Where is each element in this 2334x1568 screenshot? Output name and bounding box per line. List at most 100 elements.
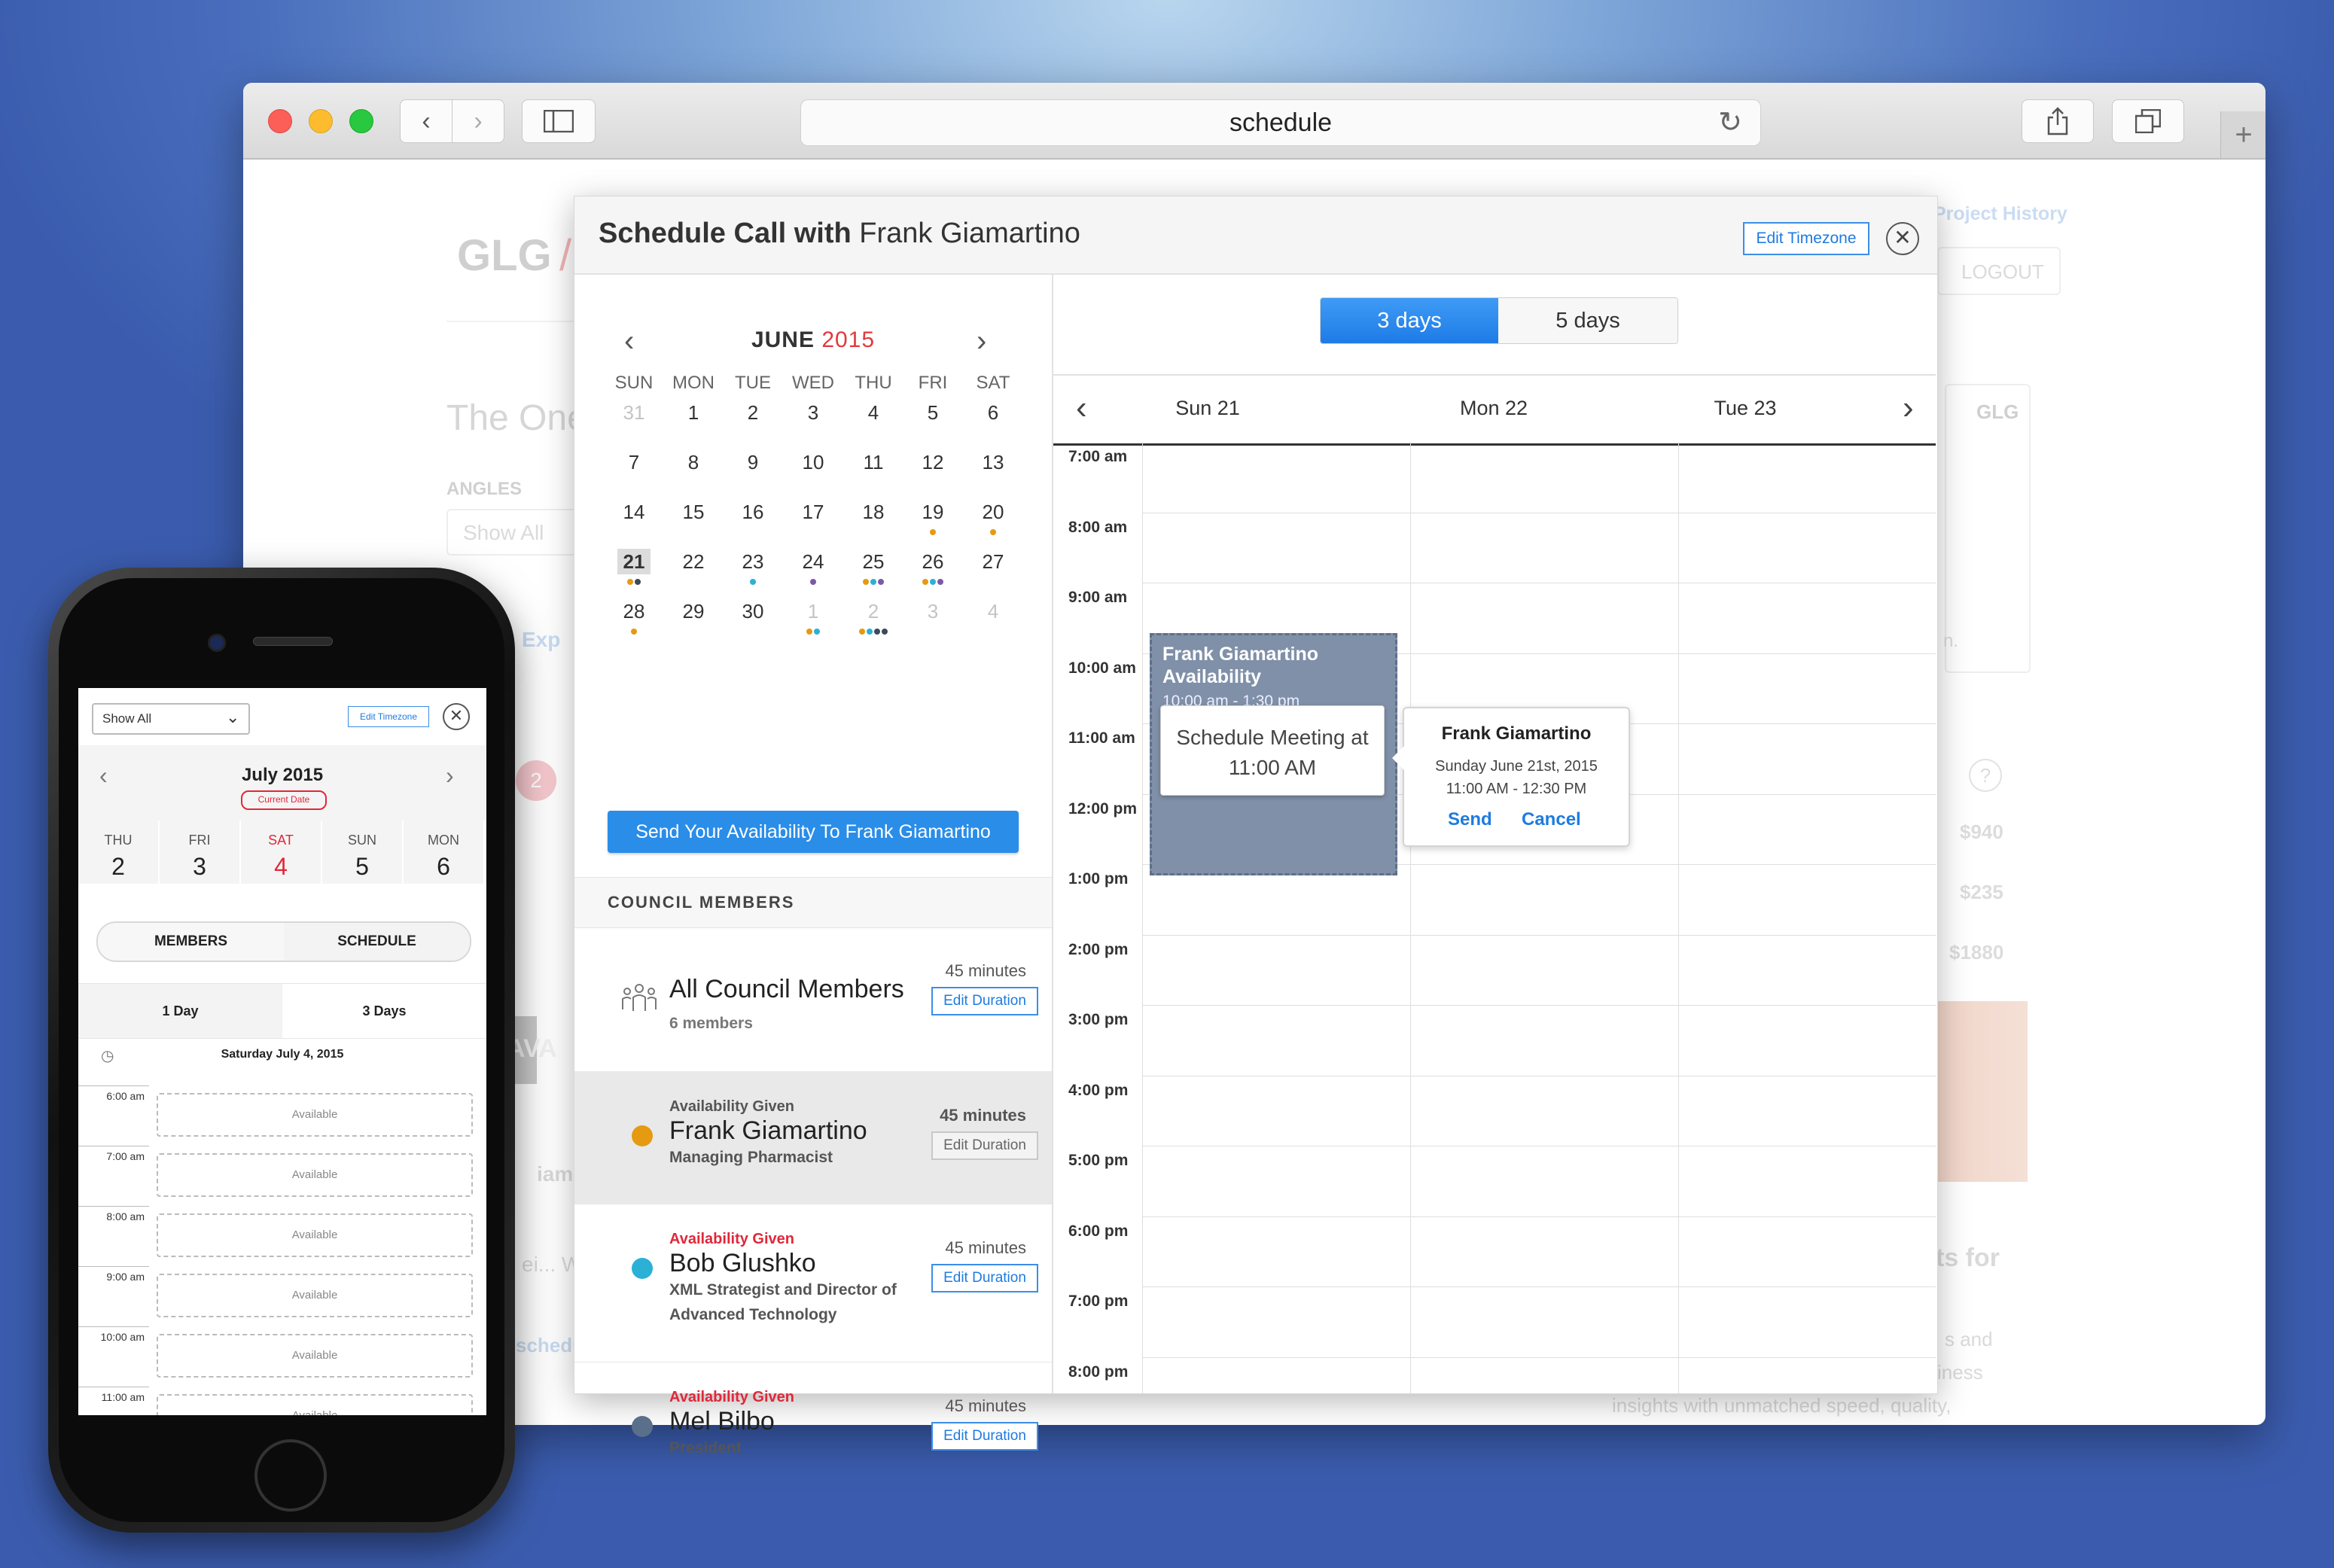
- hour-line: [1142, 1286, 1936, 1287]
- available-slot[interactable]: Available: [157, 1153, 473, 1197]
- reload-icon[interactable]: ↻: [1715, 108, 1745, 138]
- logo-slash: /: [559, 231, 572, 280]
- tab-schedule[interactable]: SCHEDULE: [284, 923, 470, 961]
- edit-duration-button[interactable]: Edit Duration: [931, 987, 1038, 1015]
- left-panel: JUNE 2015 ‹ › SUN MON TUE WED THU FRI SAT 31 1 2 3…: [574, 275, 1053, 1457]
- calendar-day[interactable]: 7: [605, 451, 663, 474]
- calendar-day[interactable]: 23: [724, 550, 782, 574]
- range-3-days[interactable]: 3 Days: [282, 984, 486, 1038]
- day-cell[interactable]: THU 2: [78, 821, 160, 896]
- calendar-day[interactable]: 19: [903, 501, 962, 524]
- calendar-day[interactable]: 30: [724, 600, 782, 623]
- edit-duration-button[interactable]: Edit Duration: [931, 1422, 1038, 1451]
- calendar-day[interactable]: 15: [664, 501, 723, 524]
- chevron-left-icon: ‹: [422, 106, 431, 135]
- address-bar[interactable]: schedule ↻: [800, 99, 1761, 146]
- available-slot[interactable]: Available: [157, 1274, 473, 1317]
- close-button[interactable]: ✕: [443, 703, 470, 730]
- sidebar-toggle-button[interactable]: [522, 99, 596, 143]
- day-cell[interactable]: MON 6: [404, 821, 485, 896]
- member-row-bob-glushko[interactable]: Availability Given Bob Glushko XML Strat…: [574, 1204, 1052, 1362]
- day-number: 5: [355, 853, 369, 880]
- calendar-day[interactable]: 4: [964, 600, 1022, 623]
- project-history-link[interactable]: Project History: [1933, 203, 2067, 225]
- angles-select[interactable]: Show All: [446, 509, 585, 556]
- home-button[interactable]: [254, 1439, 327, 1512]
- schedule-meeting-tooltip[interactable]: Schedule Meeting at 11:00 AM: [1160, 705, 1385, 796]
- calendar-day[interactable]: 2: [724, 401, 782, 425]
- calendar-day[interactable]: 10: [784, 451, 842, 474]
- range-1-day[interactable]: 1 Day: [78, 984, 282, 1038]
- next-days-button[interactable]: ›: [1903, 389, 1914, 427]
- calendar-day[interactable]: 9: [724, 451, 782, 474]
- available-slot[interactable]: Available: [157, 1093, 473, 1137]
- calendar-day[interactable]: 31: [605, 401, 663, 425]
- calendar-day[interactable]: 3: [784, 401, 842, 425]
- calendar-day-number: 1: [687, 401, 699, 424]
- calendar-day[interactable]: 3: [903, 600, 962, 623]
- calendar-day[interactable]: 29: [664, 600, 723, 623]
- available-slot[interactable]: Available: [157, 1394, 473, 1415]
- back-button[interactable]: ‹: [400, 99, 452, 143]
- logout-button[interactable]: LOGOUT: [1937, 247, 2061, 295]
- member-row-frank-giamartino[interactable]: Availability Given Frank Giamartino Mana…: [574, 1071, 1052, 1204]
- member-row-mel-bilbo[interactable]: Availability Given Mel Bilbo President 4…: [574, 1362, 1052, 1482]
- calendar-day[interactable]: 17: [784, 501, 842, 524]
- day-number: 6: [437, 853, 450, 880]
- tabs-overview-button[interactable]: [2112, 99, 2184, 143]
- help-icon[interactable]: ?: [1969, 759, 2002, 792]
- calendar-day[interactable]: 16: [724, 501, 782, 524]
- calendar-day[interactable]: 6: [964, 401, 1022, 425]
- cancel-button[interactable]: Cancel: [1522, 809, 1581, 830]
- edit-timezone-button[interactable]: Edit Timezone: [1743, 222, 1869, 255]
- day-cell[interactable]: SUN 5: [322, 821, 404, 896]
- forward-button[interactable]: ›: [452, 99, 504, 143]
- member-row-all[interactable]: All Council Members 6 members 45 minutes…: [574, 928, 1052, 1072]
- day-cell[interactable]: SAT 4: [241, 821, 322, 896]
- calendar-day[interactable]: 13: [964, 451, 1022, 474]
- calendar-day[interactable]: 2: [844, 600, 903, 623]
- calendar-day[interactable]: 25: [844, 550, 903, 574]
- send-availability-button[interactable]: Send Your Availability To Frank Giamarti…: [608, 811, 1019, 853]
- toggle-3-days[interactable]: 3 days: [1321, 298, 1498, 343]
- calendar-day[interactable]: 5: [903, 401, 962, 425]
- calendar-day[interactable]: 28: [605, 600, 663, 623]
- edit-duration-button[interactable]: Edit Duration: [931, 1264, 1038, 1292]
- new-tab-button[interactable]: +: [2220, 111, 2265, 158]
- time-label: 1:00 pm: [1068, 870, 1129, 888]
- edit-timezone-button[interactable]: Edit Timezone: [348, 706, 429, 727]
- calendar-day[interactable]: 22: [664, 550, 723, 574]
- calendar-day[interactable]: 20: [964, 501, 1022, 524]
- share-button[interactable]: [2022, 99, 2094, 143]
- calendar-day[interactable]: 26: [903, 550, 962, 574]
- calendar-day[interactable]: 18: [844, 501, 903, 524]
- expand-link[interactable]: Exp: [522, 628, 560, 652]
- toggle-5-days[interactable]: 5 days: [1498, 298, 1677, 343]
- available-slot[interactable]: Available: [157, 1213, 473, 1257]
- next-month-button[interactable]: ›: [446, 762, 454, 790]
- calendar-day[interactable]: 1: [784, 600, 842, 623]
- tab-members[interactable]: MEMBERS: [98, 923, 285, 961]
- available-slot[interactable]: Available: [157, 1334, 473, 1378]
- calendar-day[interactable]: 1: [664, 401, 723, 425]
- calendar-day-number: 16: [742, 501, 764, 523]
- calendar-day[interactable]: 11: [844, 451, 903, 474]
- calendar-day[interactable]: 8: [664, 451, 723, 474]
- calendar-day[interactable]: 12: [903, 451, 962, 474]
- calendar-day-number: 20: [982, 501, 1004, 523]
- minimize-window-button[interactable]: [309, 109, 333, 133]
- send-button[interactable]: Send: [1448, 809, 1492, 830]
- calendar-day[interactable]: 24: [784, 550, 842, 574]
- show-all-select[interactable]: Show All ⌄: [92, 703, 250, 735]
- calendar-day[interactable]: 14: [605, 501, 663, 524]
- day-cell[interactable]: FRI 3: [160, 821, 241, 896]
- calendar-day[interactable]: 21: [605, 549, 663, 574]
- close-modal-button[interactable]: ✕: [1886, 222, 1919, 255]
- close-window-button[interactable]: [268, 109, 292, 133]
- next-month-button[interactable]: ›: [977, 324, 986, 358]
- edit-duration-button[interactable]: Edit Duration: [931, 1131, 1038, 1160]
- calendar-day[interactable]: 27: [964, 550, 1022, 574]
- zoom-window-button[interactable]: [349, 109, 373, 133]
- prev-month-button[interactable]: ‹: [624, 324, 634, 358]
- calendar-day[interactable]: 4: [844, 401, 903, 425]
